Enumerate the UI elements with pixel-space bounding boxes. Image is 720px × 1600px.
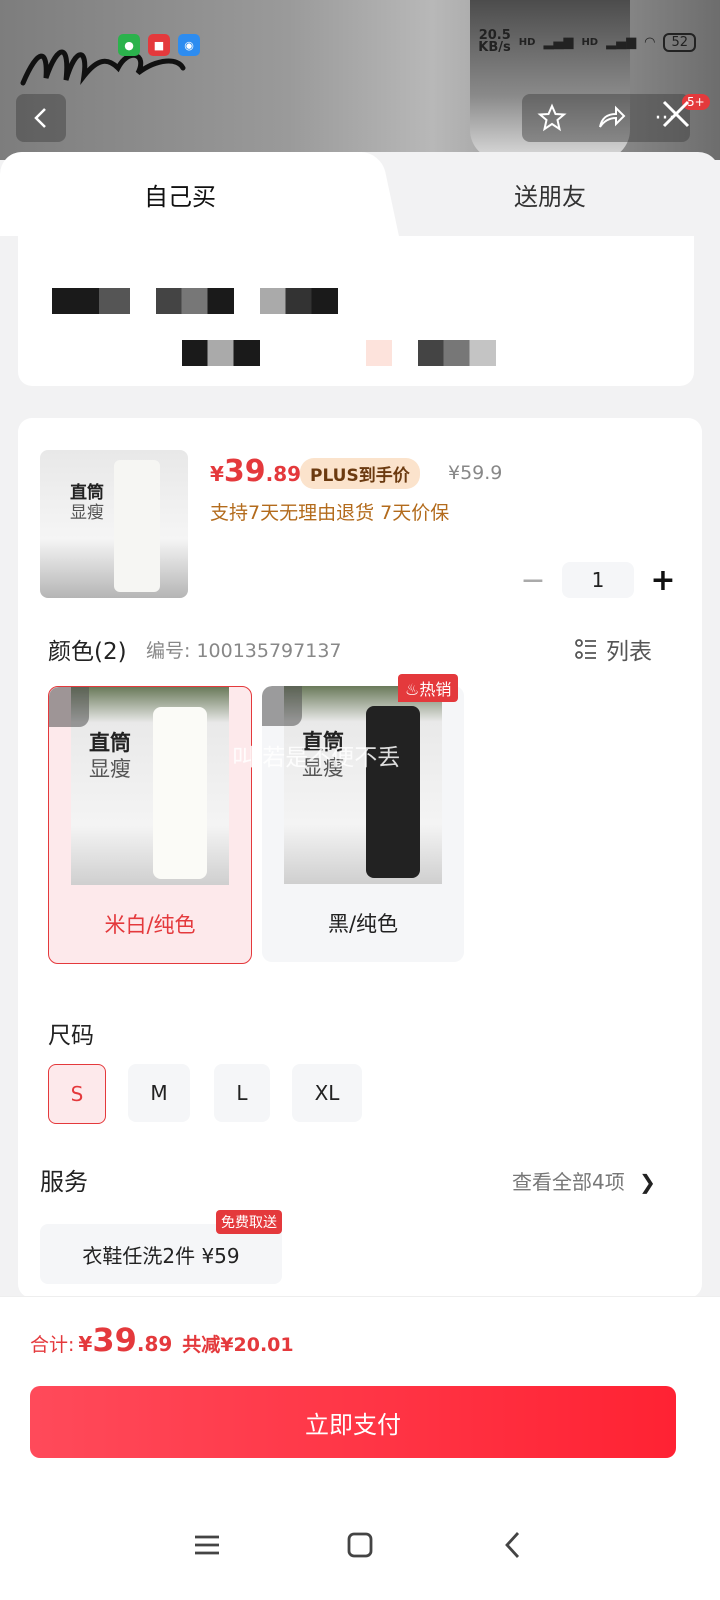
discount-amount: 共减¥20.01 xyxy=(182,1334,294,1356)
battery-indicator: 52 xyxy=(663,32,696,52)
view-all-services-link[interactable]: 查看全部4项 ❯ xyxy=(512,1166,656,1195)
product-thumbnail: 直筒 显瘦 xyxy=(40,450,188,598)
signal-icon: ▂▄▆ xyxy=(606,34,637,50)
wifi-icon: ◠ xyxy=(644,34,656,50)
pants-figure xyxy=(114,460,160,592)
size-option-l[interactable]: L xyxy=(214,1064,270,1122)
close-icon[interactable] xyxy=(656,94,696,134)
expand-icon[interactable] xyxy=(262,686,302,726)
size-section-title: 尺码 xyxy=(48,1023,94,1049)
watermark-text: 叫,若是不便不丢 xyxy=(232,745,401,771)
plus-price-tag: PLUS到手价 xyxy=(300,458,420,489)
product-options-card: 直筒 显瘦 ¥ 39 .89 PLUS到手价 ¥59.9 支持7天无理由退货 7… xyxy=(18,418,702,1298)
tab-buy-for-self[interactable]: 自己买 xyxy=(0,152,360,236)
address-card[interactable] xyxy=(18,236,694,386)
size-option-s[interactable]: S xyxy=(48,1064,106,1124)
star-icon[interactable] xyxy=(536,103,567,133)
pay-area: 立即支付 xyxy=(0,1380,720,1490)
quantity-input[interactable]: 1 xyxy=(562,562,634,598)
original-price: ¥59.9 xyxy=(448,462,503,484)
redacted-address xyxy=(52,288,130,314)
sku-number: 编号: 100135797137 xyxy=(146,640,342,662)
chevron-left-icon xyxy=(34,108,46,128)
net-speed: 20.5 KB/s xyxy=(478,28,511,55)
redacted-address xyxy=(182,340,260,366)
menu-icon[interactable] xyxy=(192,1530,222,1560)
quantity-stepper: − 1 + xyxy=(518,562,678,598)
purchase-tabs: 自己买 送朋友 xyxy=(0,152,720,236)
home-icon[interactable] xyxy=(345,1530,375,1560)
system-navigation-bar xyxy=(0,1490,720,1600)
color-section-title: 颜色(2) xyxy=(48,639,127,665)
share-icon[interactable] xyxy=(596,103,626,133)
notification-app-icons: ● ■ ◉ xyxy=(118,34,200,56)
return-policy-note: 支持7天无理由退货 7天价保 xyxy=(210,502,450,524)
size-option-m[interactable]: M xyxy=(128,1064,190,1122)
color-option-image: 直筒 显瘦 xyxy=(71,687,229,885)
fire-icon: ♨ xyxy=(405,680,420,699)
color-option-black[interactable]: 直筒 显瘦 黑/纯色 xyxy=(262,686,464,962)
status-bar-right: 20.5 KB/s HD ▂▄▆ HD ▂▄▆ ◠ 52 xyxy=(478,28,696,55)
order-total: 合计: ¥ 39 .89 共减¥20.01 xyxy=(30,1321,294,1359)
size-option-xl[interactable]: XL xyxy=(292,1064,362,1122)
service-section-title: 服务 xyxy=(40,1168,88,1196)
pay-now-button[interactable]: 立即支付 xyxy=(30,1386,676,1458)
redacted-address xyxy=(156,288,234,314)
chevron-right-icon: ❯ xyxy=(639,1170,656,1194)
redacted-address xyxy=(366,340,392,366)
hot-sale-badge: ♨热销 xyxy=(398,674,459,702)
list-icon xyxy=(575,639,596,659)
expand-icon[interactable] xyxy=(49,687,89,727)
back-button[interactable] xyxy=(16,94,66,142)
jd-icon: ■ xyxy=(148,34,170,56)
color-option-offwhite[interactable]: 直筒 显瘦 米白/纯色 xyxy=(48,686,252,964)
signal-hd-2: HD xyxy=(581,36,599,48)
signal-icon: ▂▄▆ xyxy=(543,34,574,50)
signal-hd-1: HD xyxy=(518,36,536,48)
redacted-address xyxy=(260,288,338,314)
redacted-address xyxy=(418,340,496,366)
camera-icon: ◉ xyxy=(178,34,200,56)
wechat-icon: ● xyxy=(118,34,140,56)
tab-send-friend[interactable]: 送朋友 xyxy=(380,152,720,236)
decrease-quantity-button[interactable]: − xyxy=(518,563,548,598)
back-nav-icon[interactable] xyxy=(498,1530,528,1560)
current-price: ¥ 39 .89 xyxy=(210,454,302,489)
increase-quantity-button[interactable]: + xyxy=(648,563,678,598)
free-pickup-tag: 免费取送 xyxy=(216,1210,282,1234)
color-option-image: 直筒 显瘦 xyxy=(284,686,442,884)
list-view-toggle[interactable]: 列表 xyxy=(574,632,652,666)
total-bar: 合计: ¥ 39 .89 共减¥20.01 xyxy=(0,1296,720,1381)
